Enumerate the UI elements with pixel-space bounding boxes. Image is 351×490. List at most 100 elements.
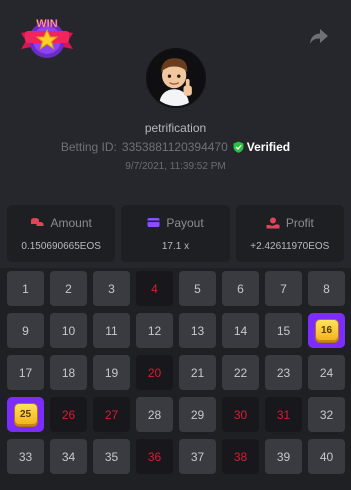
grid-cell: 40 [308,439,345,474]
grid-cell: 18 [50,355,87,390]
stat-profit-value: +2.42611970EOS [250,240,330,252]
grid-cell: 24 [308,355,345,390]
grid-cell: 2 [50,271,87,306]
verified-label: Verified [246,140,291,154]
grid-cell-selected: 16 [308,313,345,348]
grid-cell: 28 [136,397,173,432]
grid-cell: 23 [265,355,302,390]
grid-cell-number: 36 [147,449,162,464]
grid-cell-number: 15 [276,323,291,338]
grid-cell: 17 [7,355,44,390]
grid-cell-number: 39 [276,449,291,464]
grid-cell-number: 35 [104,449,119,464]
grid-cell: 21 [179,355,216,390]
grid-cell-drawn: 38 [222,439,259,474]
grid-cell-number: 27 [104,407,119,422]
share-icon[interactable] [309,27,329,45]
grid-cell-number: 14 [233,323,248,338]
grid-cell: 5 [179,271,216,306]
win-logo-text: WIN [36,18,57,30]
grid-cell-number: 40 [319,449,334,464]
hand-coin-icon [266,217,280,228]
memoji-icon [148,50,204,106]
grid-cell-number: 31 [276,407,291,422]
avatar [146,48,206,108]
selected-number-tile: 16 [315,319,338,342]
grid-cell: 1 [7,271,44,306]
grid-cell-number: 24 [319,365,334,380]
grid-cell-number: 38 [233,449,248,464]
grid-cell-number: 23 [276,365,291,380]
grid-cell-number: 6 [237,281,244,296]
stat-payout-label: Payout [166,215,204,230]
grid-cell-number: 9 [22,323,29,338]
grid-cell: 8 [308,271,345,306]
grid-cell-number: 7 [280,281,287,296]
grid-cell-number: 2 [65,281,72,296]
stat-profit-label: Profit [285,215,314,230]
grid-cell-drawn: 36 [136,439,173,474]
grid-cell-number: 4 [151,281,158,296]
stat-amount-label: Amount [50,215,92,230]
grid-cell: 7 [265,271,302,306]
shield-check-icon [233,141,244,153]
grid-cell-number: 17 [18,365,33,380]
win-badge-logo: WIN [21,18,73,58]
grid-cell: 33 [7,439,44,474]
grid-cell-number: 19 [104,365,119,380]
grid-cell: 13 [179,313,216,348]
stat-payout: Payout 17.1 x [121,205,230,262]
coins-icon [31,218,44,226]
betting-id-value: 3353881120394470 [121,140,228,154]
bet-detail-header: WIN petrification Betting ID: 3353881120… [0,0,351,200]
selected-number-tile: 25 [14,403,37,426]
grid-cell: 6 [222,271,259,306]
grid-cell-number: 34 [61,449,76,464]
grid-cell-number: 22 [233,365,248,380]
grid-cell: 11 [93,313,130,348]
grid-cell-number: 12 [147,323,162,338]
grid-cell-number: 33 [18,449,33,464]
grid-cell-number: 37 [190,449,205,464]
grid-cell-number: 13 [190,323,205,338]
grid-cell-number: 18 [61,365,76,380]
number-grid: 1 2 3 4 5 6 7 8 9 10 11 12 13 14 15 16 17 18 19 20 21 22 23 24 2… [0,268,351,490]
grid-cell-drawn: 30 [222,397,259,432]
betting-id-label: Betting ID: [60,140,117,154]
grid-cell-number: 11 [105,323,118,338]
grid-cell-number: 26 [61,407,76,422]
grid-cell-drawn: 26 [50,397,87,432]
grid-cell-number: 8 [323,281,330,296]
wallet-icon [147,218,160,227]
grid-cell-number: 5 [194,281,201,296]
grid-cell: 32 [308,397,345,432]
grid-cell: 39 [265,439,302,474]
grid-cell-number: 3 [108,281,115,296]
grid-cell-selected: 25 [7,397,44,432]
grid-cell-drawn: 20 [136,355,173,390]
grid-cell-drawn: 27 [93,397,130,432]
grid-cell: 19 [93,355,130,390]
bet-timestamp: 9/7/2021, 11:39:52 PM [125,161,226,172]
grid-cell: 37 [179,439,216,474]
grid-cell: 22 [222,355,259,390]
stat-amount: Amount 0.150690665EOS [7,205,116,262]
grid-cell-number: 32 [319,407,334,422]
grid-cell-number: 28 [147,407,162,422]
grid-cell: 9 [7,313,44,348]
grid-cell: 35 [93,439,130,474]
stat-amount-value: 0.150690665EOS [21,240,101,252]
grid-cell-number: 1 [22,281,29,296]
grid-cell: 3 [93,271,130,306]
grid-cell-number: 10 [61,323,76,338]
verified-badge: Verified [233,140,290,154]
grid-cell: 29 [179,397,216,432]
stat-profit: Profit +2.42611970EOS [235,205,344,262]
username: petrification [144,121,207,135]
grid-cell-number: 21 [190,365,205,380]
grid-cell: 10 [50,313,87,348]
grid-cell: 15 [265,313,302,348]
grid-cell: 14 [222,313,259,348]
grid-cell-drawn: 31 [265,397,302,432]
bet-stats: Amount 0.150690665EOS Payout 17.1 x Prof… [7,205,344,262]
